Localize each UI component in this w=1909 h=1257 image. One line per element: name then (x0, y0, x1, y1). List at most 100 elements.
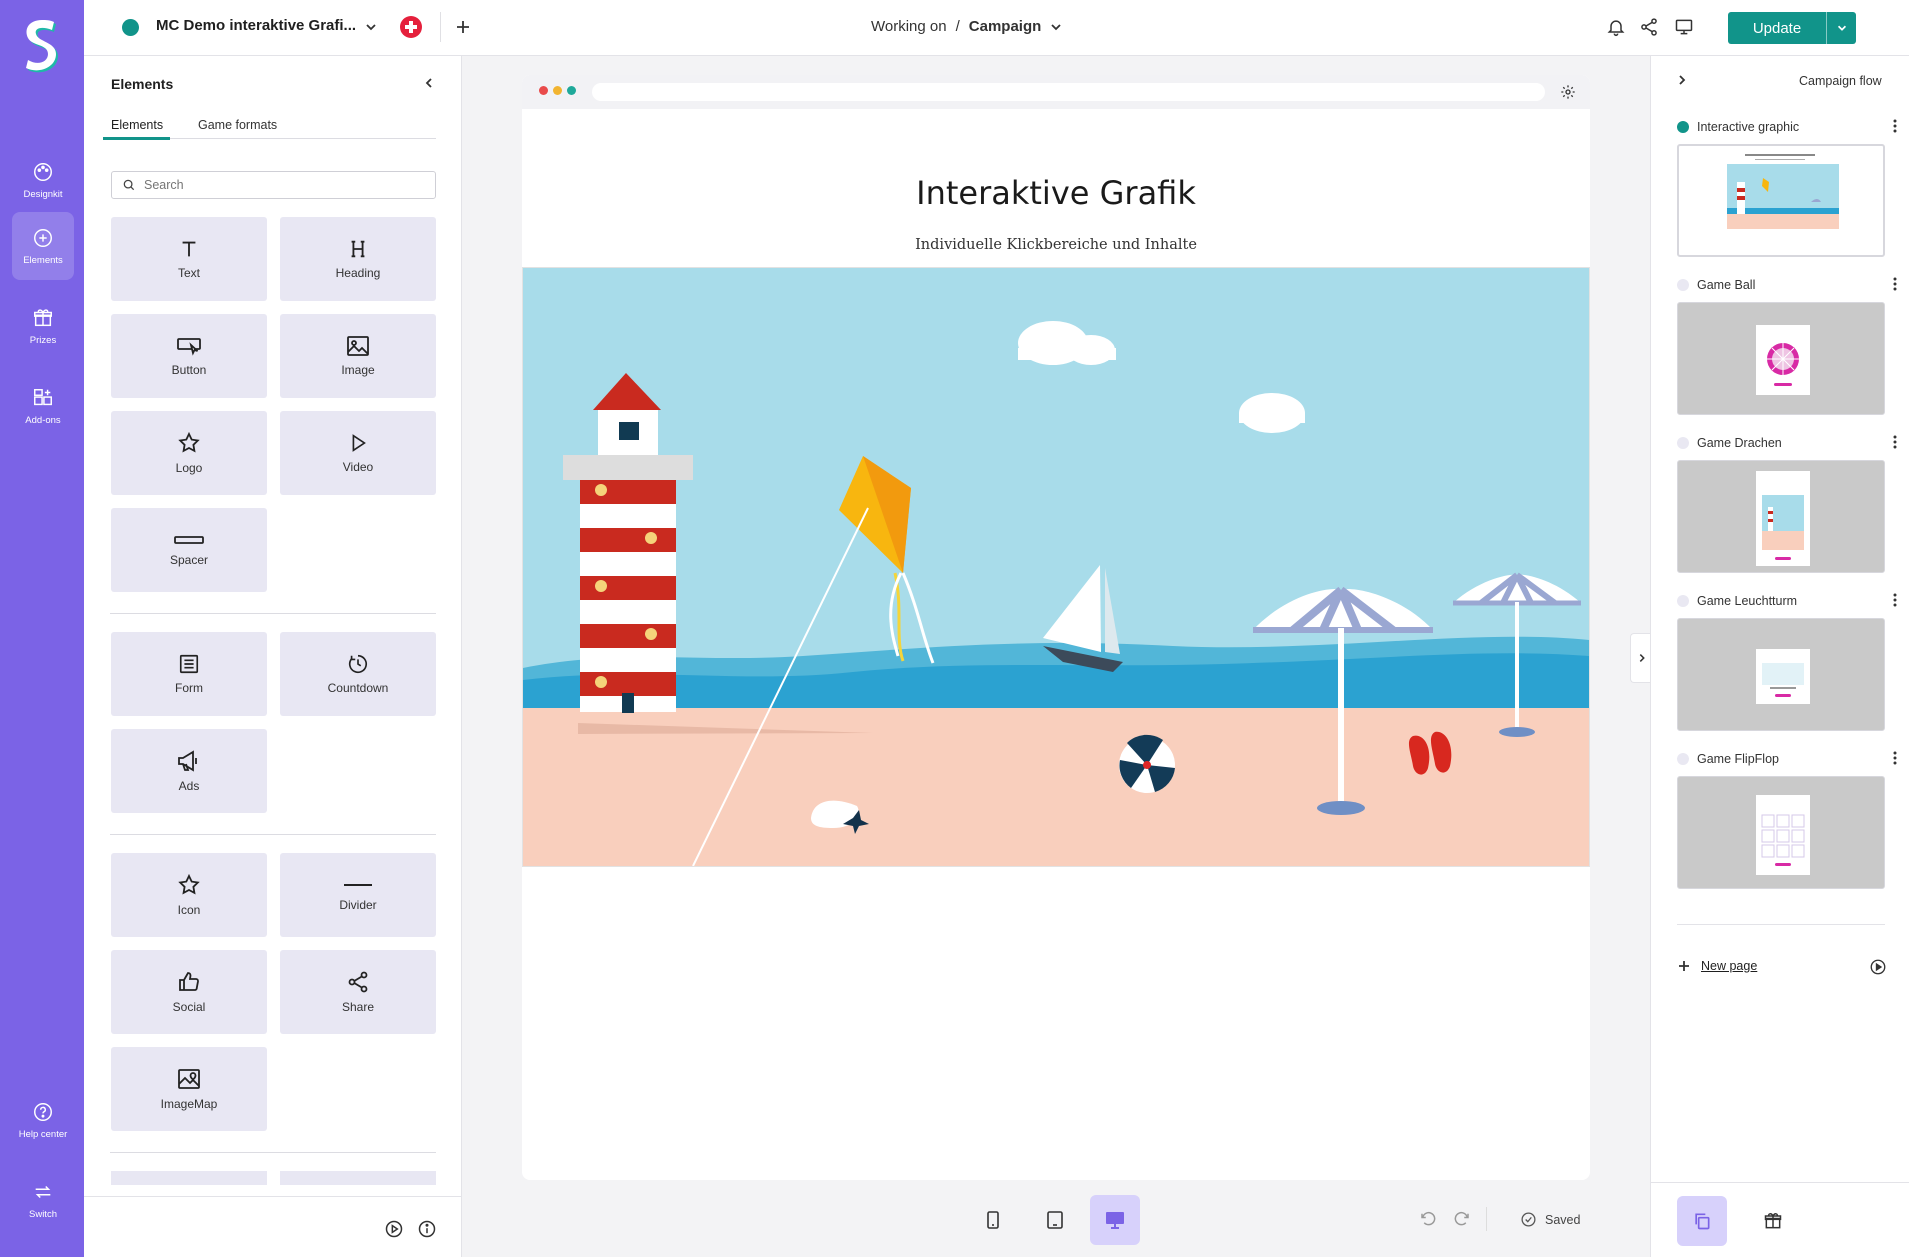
redo-icon[interactable] (1453, 1210, 1471, 1228)
star-icon (178, 873, 200, 895)
gift-icon (34, 308, 52, 326)
panel-title: Campaign flow (1799, 74, 1882, 88)
info-icon[interactable] (417, 1219, 437, 1239)
element-video[interactable]: Video (280, 411, 436, 495)
undo-icon[interactable] (1419, 1210, 1437, 1228)
element-logo[interactable]: Logo (111, 411, 267, 495)
bell-icon[interactable] (1606, 17, 1626, 37)
desktop-preview-icon[interactable] (1674, 17, 1694, 37)
mobile-view-icon[interactable] (985, 1210, 1001, 1230)
element-label: Text (177, 266, 200, 280)
spacer-icon (174, 536, 204, 544)
add-icon[interactable] (454, 18, 472, 36)
chevron-right-icon[interactable] (1675, 73, 1689, 87)
element-tile-partial[interactable] (280, 1171, 436, 1185)
element-icon[interactable]: Icon (111, 853, 267, 937)
rail-switch[interactable]: Switch (12, 1166, 74, 1234)
page-item-game-drachen[interactable]: Game Drachen (1677, 433, 1897, 453)
share-icon[interactable] (1639, 17, 1659, 37)
element-image[interactable]: Image (280, 314, 436, 398)
check-circle-icon (1521, 1212, 1536, 1227)
canvas-title[interactable]: Interaktive Grafik (522, 174, 1590, 212)
more-vertical-icon[interactable] (1893, 593, 1897, 607)
element-button[interactable]: Button (111, 314, 267, 398)
rail-item-addons[interactable]: Add-ons (12, 372, 74, 440)
more-vertical-icon[interactable] (1893, 751, 1897, 765)
status-dot (1677, 753, 1689, 765)
swiss-flag-icon[interactable] (400, 16, 422, 38)
element-ads[interactable]: Ads (111, 729, 267, 813)
element-social[interactable]: Social (111, 950, 267, 1034)
top-bar: MC Demo interaktive Grafi... Working on … (84, 0, 1909, 56)
status-dot (1677, 437, 1689, 449)
rail-item-elements[interactable]: Elements (12, 212, 74, 280)
rail-item-prizes[interactable]: Prizes (12, 292, 74, 360)
group-divider (110, 613, 436, 614)
interactive-graphic[interactable] (522, 267, 1590, 867)
rail-label: Elements (23, 254, 63, 266)
element-tile-partial[interactable] (111, 1171, 267, 1185)
rail-item-designkit[interactable]: Designkit (12, 146, 74, 214)
element-form[interactable]: Form (111, 632, 267, 716)
canvas-subtitle[interactable]: Individuelle Klickbereiche und Inhalte (522, 237, 1590, 253)
update-dropdown-button[interactable] (1827, 12, 1856, 44)
gear-icon[interactable] (1560, 84, 1576, 100)
page-name: Interactive graphic (1697, 120, 1800, 134)
play-circle-icon[interactable] (1869, 958, 1887, 976)
more-vertical-icon[interactable] (1893, 435, 1897, 449)
page-item-game-flipflop[interactable]: Game FlipFlop (1677, 749, 1897, 769)
page-item-game-leuchtturm[interactable]: Game Leuchtturm (1677, 591, 1897, 611)
play-circle-icon[interactable] (384, 1219, 404, 1239)
panel-footer-divider (84, 1196, 462, 1197)
new-page-button[interactable]: New page (1677, 959, 1757, 973)
breadcrumb-context[interactable]: Campaign (969, 18, 1042, 35)
expand-right-panel-button[interactable] (1630, 633, 1652, 683)
element-text[interactable]: Text (111, 217, 267, 301)
page-thumbnail[interactable] (1677, 144, 1885, 257)
element-heading[interactable]: Heading (280, 217, 436, 301)
thumb-graphic (1727, 164, 1839, 229)
page-thumbnail[interactable] (1677, 618, 1885, 731)
rail-help-center[interactable]: Help center (12, 1086, 74, 1154)
chevron-down-icon[interactable] (1049, 20, 1063, 34)
chevron-down-icon[interactable] (364, 20, 378, 34)
gift-icon[interactable] (1763, 1211, 1783, 1231)
element-share[interactable]: Share (280, 950, 436, 1034)
thumb-page (1756, 649, 1810, 704)
desktop-view-button[interactable] (1090, 1195, 1140, 1245)
element-label: Divider (339, 898, 377, 912)
element-imagemap[interactable]: ImageMap (111, 1047, 267, 1131)
page-item-game-ball[interactable]: Game Ball (1677, 275, 1897, 295)
breadcrumb-separator: / (955, 18, 960, 35)
element-label: Button (171, 363, 207, 377)
rail-label: Designkit (23, 188, 63, 200)
search-field (111, 171, 436, 199)
pages-tab-button[interactable] (1677, 1196, 1727, 1246)
tab-game-formats[interactable]: Game formats (198, 118, 277, 132)
element-countdown[interactable]: Countdown (280, 632, 436, 716)
tablet-view-icon[interactable] (1046, 1210, 1064, 1230)
save-status: Saved (1520, 1211, 1580, 1228)
update-button[interactable]: Update (1728, 12, 1826, 44)
group-divider (110, 834, 436, 835)
more-vertical-icon[interactable] (1893, 277, 1897, 291)
divider-icon (344, 884, 372, 886)
page-item-interactive-graphic[interactable]: Interactive graphic (1677, 117, 1897, 137)
addons-icon (34, 388, 52, 405)
thumb-page (1756, 795, 1810, 875)
rail-label: Help center (18, 1128, 68, 1140)
image-icon (347, 336, 369, 356)
page-thumbnail[interactable] (1677, 776, 1885, 889)
more-vertical-icon[interactable] (1893, 119, 1897, 133)
element-spacer[interactable]: Spacer (111, 508, 267, 592)
app-logo[interactable] (20, 18, 64, 76)
element-label: Logo (175, 461, 203, 475)
page-thumbnail[interactable] (1677, 460, 1885, 573)
search-input[interactable] (144, 178, 424, 192)
element-divider[interactable]: Divider (280, 853, 436, 937)
page-thumbnail[interactable] (1677, 302, 1885, 415)
collapse-panel-icon[interactable] (422, 76, 436, 90)
status-dot (1677, 121, 1689, 133)
tab-elements[interactable]: Elements (111, 118, 163, 132)
saved-label: Saved (1545, 1212, 1581, 1227)
